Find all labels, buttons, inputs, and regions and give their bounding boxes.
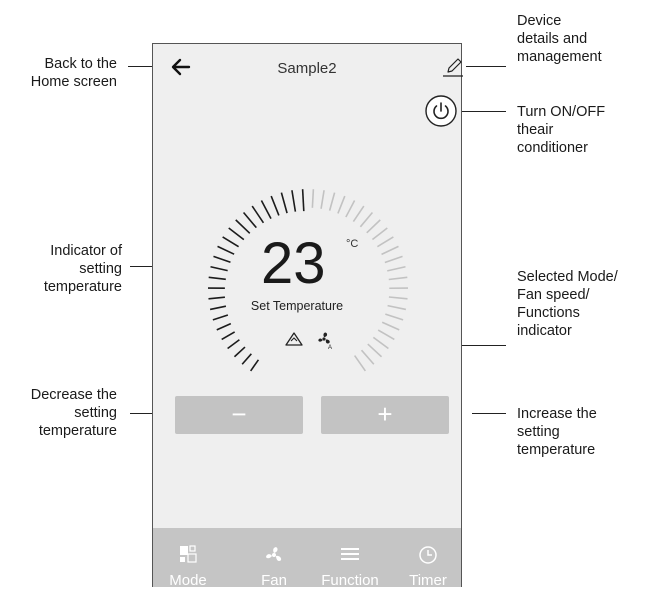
dial-tick bbox=[242, 354, 251, 364]
dial-tick bbox=[355, 356, 366, 371]
dial-tick bbox=[234, 347, 245, 357]
annotation-device: Device details and management bbox=[517, 12, 642, 66]
tab-mode-label: Mode bbox=[153, 572, 223, 589]
fan-auto-icon: A bbox=[314, 330, 336, 350]
dial-tick bbox=[271, 196, 279, 215]
tab-fan-label: Fan bbox=[239, 572, 309, 589]
dial-tick bbox=[218, 246, 235, 254]
auto-mode-icon bbox=[284, 331, 304, 347]
dial-tick bbox=[312, 189, 313, 208]
dial-tick bbox=[209, 277, 226, 279]
dial-tick bbox=[229, 228, 244, 240]
tab-function-label: Function bbox=[315, 572, 385, 589]
menu-icon bbox=[340, 545, 360, 563]
tab-timer-label: Timer bbox=[393, 572, 463, 589]
power-icon[interactable] bbox=[425, 95, 457, 127]
annotation-back: Back to the Home screen bbox=[5, 55, 117, 91]
fan-icon bbox=[264, 545, 284, 565]
dial-tick bbox=[281, 193, 287, 214]
leader-line-device bbox=[466, 66, 506, 67]
dial-tick bbox=[362, 350, 374, 364]
dial-tick bbox=[223, 237, 239, 247]
dial-tick bbox=[338, 196, 345, 213]
leader-line-power bbox=[460, 111, 506, 112]
back-arrow-icon[interactable] bbox=[169, 54, 195, 80]
dial-tick bbox=[368, 344, 382, 357]
dial-tick bbox=[367, 220, 381, 233]
dial-tick bbox=[261, 201, 271, 219]
bottom-tab-bar: Mode Fan Function Timer bbox=[153, 528, 461, 587]
dial-tick bbox=[372, 228, 387, 239]
set-temperature-label: Set Temperature bbox=[153, 299, 441, 313]
dial-tick bbox=[244, 213, 257, 228]
dial-tick bbox=[330, 193, 335, 211]
tab-fan[interactable]: Fan bbox=[239, 528, 309, 587]
dial-tick bbox=[382, 322, 399, 330]
dial-tick bbox=[251, 360, 259, 371]
dial-tick bbox=[389, 277, 408, 279]
dial-tick bbox=[387, 267, 405, 271]
dial-tick bbox=[217, 324, 231, 330]
decrease-temperature-button[interactable]: − bbox=[175, 396, 303, 434]
dial-tick bbox=[236, 220, 250, 233]
increase-temperature-button[interactable]: + bbox=[321, 396, 449, 434]
tab-mode[interactable]: Mode bbox=[153, 528, 223, 587]
dial-tick bbox=[303, 189, 304, 211]
dial-tick bbox=[382, 246, 399, 254]
clock-icon bbox=[418, 545, 438, 565]
dial-tick bbox=[213, 315, 228, 320]
dial-tick bbox=[252, 206, 263, 223]
svg-text:A: A bbox=[328, 345, 332, 350]
tab-function[interactable]: Function bbox=[315, 528, 385, 587]
dial-tick bbox=[378, 330, 394, 339]
temperature-value: 23 bbox=[261, 230, 326, 297]
annotation-power: Turn ON/OFF theair conditioner bbox=[517, 103, 642, 157]
dial-tick bbox=[385, 256, 403, 262]
dial-tick bbox=[377, 237, 393, 247]
pencil-icon[interactable] bbox=[441, 54, 467, 80]
dial-tick bbox=[321, 190, 324, 208]
temperature-unit: °C bbox=[346, 238, 358, 250]
annotation-mode: Selected Mode/ Fan speed/ Functions indi… bbox=[517, 268, 645, 340]
annotation-indicator: Indicator of setting temperature bbox=[5, 242, 122, 296]
mode-icon bbox=[179, 545, 197, 563]
dial-tick bbox=[360, 213, 372, 227]
dial-tick bbox=[213, 256, 230, 262]
ac-control-screen: Sample2 23 °C Set Temperature A − + bbox=[152, 43, 462, 587]
dial-tick bbox=[292, 190, 295, 211]
dial-tick bbox=[228, 340, 240, 349]
device-title: Sample2 bbox=[153, 60, 461, 77]
annotation-decrease: Decrease the setting temperature bbox=[5, 386, 117, 440]
leader-line-increase bbox=[472, 413, 506, 414]
dial-tick bbox=[211, 267, 228, 271]
dial-tick bbox=[373, 337, 388, 348]
annotation-increase: Increase the setting temperature bbox=[517, 405, 642, 459]
dial-tick bbox=[385, 314, 403, 320]
dial-tick bbox=[353, 206, 363, 222]
dial-tick bbox=[222, 332, 235, 340]
tab-timer[interactable]: Timer bbox=[393, 528, 463, 587]
dial-tick bbox=[346, 201, 355, 218]
